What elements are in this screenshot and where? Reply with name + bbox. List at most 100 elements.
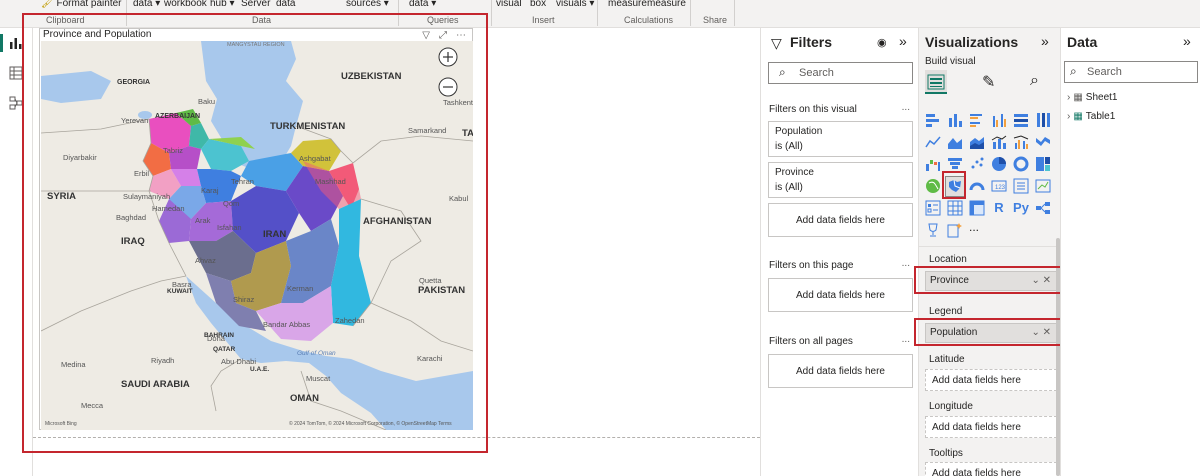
recent-sources-button[interactable]: sources ▾ [346,0,389,9]
visualizations-title: Visualizations [925,34,1019,50]
collapse-pane-icon[interactable]: » [899,33,907,49]
new-measure-button[interactable]: measure [608,0,647,9]
stacked-column-chart-icon[interactable] [947,112,963,128]
legend-field-population[interactable]: Population ⌄ ✕ [925,323,1057,343]
map-icon[interactable] [925,178,941,194]
more-options-icon[interactable]: ⋯ [456,30,466,41]
group-insert: Insert [532,15,555,25]
treemap-icon[interactable] [1035,156,1051,172]
table-icon[interactable] [947,200,963,216]
add-visual-filter-field[interactable]: Add data fields here [768,203,913,237]
scatter-chart-icon[interactable] [969,156,985,172]
100-stacked-bar-chart-icon[interactable] [1013,112,1029,128]
eye-icon[interactable]: ◉ [877,36,887,49]
map-attribution: © 2024 TomTom, © 2024 Microsoft Corporat… [289,420,452,427]
search-icon: ⌕ [1070,64,1077,78]
zoom-out-button[interactable] [438,77,458,97]
map-area[interactable]: UZBEKISTAN TURKMENISTAN GEORGIA AZERBAIJ… [41,41,473,430]
country-label: IRAQ [121,236,145,247]
matrix-icon[interactable] [969,200,985,216]
collapse-pane-icon[interactable]: » [1183,33,1191,49]
filled-map-icon[interactable] [947,178,963,194]
latitude-add-field[interactable]: Add data fields here [925,369,1057,391]
donut-chart-icon[interactable] [1013,156,1029,172]
add-page-filter-field[interactable]: Add data fields here [768,278,913,312]
filter-icon[interactable]: ▽ [422,30,430,41]
clustered-bar-chart-icon[interactable] [969,112,985,128]
filters-on-all-pages-label: Filters on all pages [769,336,853,347]
report-canvas[interactable]: Province and Population ▽ ⤢ ⋯ UZBEKISTAN… [33,28,760,476]
filter-card-province[interactable]: Province is (All) [768,162,913,198]
kpi-icon[interactable] [1035,178,1051,194]
pie-chart-icon[interactable] [991,156,1007,172]
focus-mode-icon[interactable]: ⤢ [439,30,447,41]
filled-map-visual[interactable]: Province and Population ▽ ⤢ ⋯ UZBEKISTAN… [39,28,473,430]
line-and-column-chart-icon[interactable] [991,134,1007,150]
field-dropdown-and-remove-icons[interactable]: ⌄ ✕ [1031,275,1051,286]
area-chart-icon[interactable] [947,134,963,150]
data-title: Data [1067,34,1098,50]
waterfall-chart-icon[interactable] [925,156,941,172]
table-item-sheet1[interactable]: › ▦ Sheet1 [1067,92,1118,103]
city-label: Medina [61,360,86,369]
text-box-button[interactable]: box [530,0,546,9]
location-field-province[interactable]: Province ⌄ ✕ [925,271,1057,291]
python-visual-icon[interactable]: Py [1010,200,1032,216]
key-influencers-icon[interactable] [1035,200,1051,216]
enter-data-button[interactable]: data [276,0,295,9]
line-and-clustered-column-icon[interactable] [1013,134,1029,150]
stacked-bar-chart-icon[interactable] [925,112,941,128]
format-painter-button[interactable]: 🖌 Format painter [41,0,122,9]
stacked-area-chart-icon[interactable] [969,134,985,150]
new-visual-button[interactable]: visual [496,0,522,9]
quick-measure-button[interactable]: measure [647,0,686,9]
more-options-icon[interactable]: ... [902,102,910,113]
table-item-table1[interactable]: › ▦ Table1 [1067,111,1115,122]
filter-card-population[interactable]: Population is (All) [768,121,913,157]
multi-row-card-icon[interactable] [1013,178,1029,194]
card-icon[interactable]: 123 [991,178,1007,194]
data-search-input[interactable]: ⌕ Search [1064,61,1198,83]
ribbon-chart-icon[interactable] [1035,134,1051,150]
city-label: Isfahan [217,223,242,232]
model-view-icon[interactable] [9,96,23,110]
excel-workbook-button[interactable]: workbook [164,0,207,9]
build-visual-tab[interactable] [925,70,947,94]
more-options-icon[interactable]: ... [902,334,910,345]
more-options-icon[interactable]: ... [902,258,910,269]
city-label: Bandar Abbas [263,320,310,329]
collapse-pane-icon[interactable]: » [1041,33,1049,49]
trophy-icon[interactable] [925,222,941,238]
table-used-icon: ▦ [1073,111,1083,122]
country-label: GEORGIA [117,79,150,86]
analytics-icon[interactable]: ⌕ [1030,72,1039,90]
country-label: TURKMENISTAN [270,121,345,132]
longitude-add-field[interactable]: Add data fields here [925,416,1057,438]
city-label: Sulaymaniyah [123,192,170,201]
zoom-in-button[interactable] [438,47,458,67]
report-view-icon[interactable] [9,36,23,50]
page-boundary [33,437,760,438]
filters-title: Filters [790,34,833,50]
slicer-icon[interactable] [925,200,941,216]
gauge-icon[interactable] [969,178,985,194]
filters-search-input[interactable]: ⌕ Search [768,62,913,84]
add-report-filter-field[interactable]: Add data fields here [768,354,913,388]
100-stacked-column-chart-icon[interactable] [1035,112,1051,128]
table-view-icon[interactable] [9,66,23,80]
get-data-button[interactable]: data ▾ [133,0,160,9]
sql-server-button[interactable]: Server [241,0,270,9]
r-script-visual-icon[interactable]: R [991,200,1007,216]
format-visual-icon[interactable]: ✎ [982,72,995,92]
smart-narrative-icon[interactable] [947,222,963,238]
transform-data-button[interactable]: data ▾ [409,0,436,9]
field-dropdown-and-remove-icons[interactable]: ⌄ ✕ [1031,327,1051,338]
more-visuals-button[interactable]: visuals ▾ [556,0,594,9]
onelake-hub-button[interactable]: hub ▾ [210,0,235,9]
line-chart-icon[interactable] [925,134,941,150]
funnel-chart-icon[interactable] [947,156,963,172]
clustered-column-chart-icon[interactable] [991,112,1007,128]
more-visuals-icon[interactable]: ... [969,220,985,236]
city-label: Kabul [449,194,469,203]
tooltips-add-field[interactable]: Add data fields here [925,462,1057,476]
